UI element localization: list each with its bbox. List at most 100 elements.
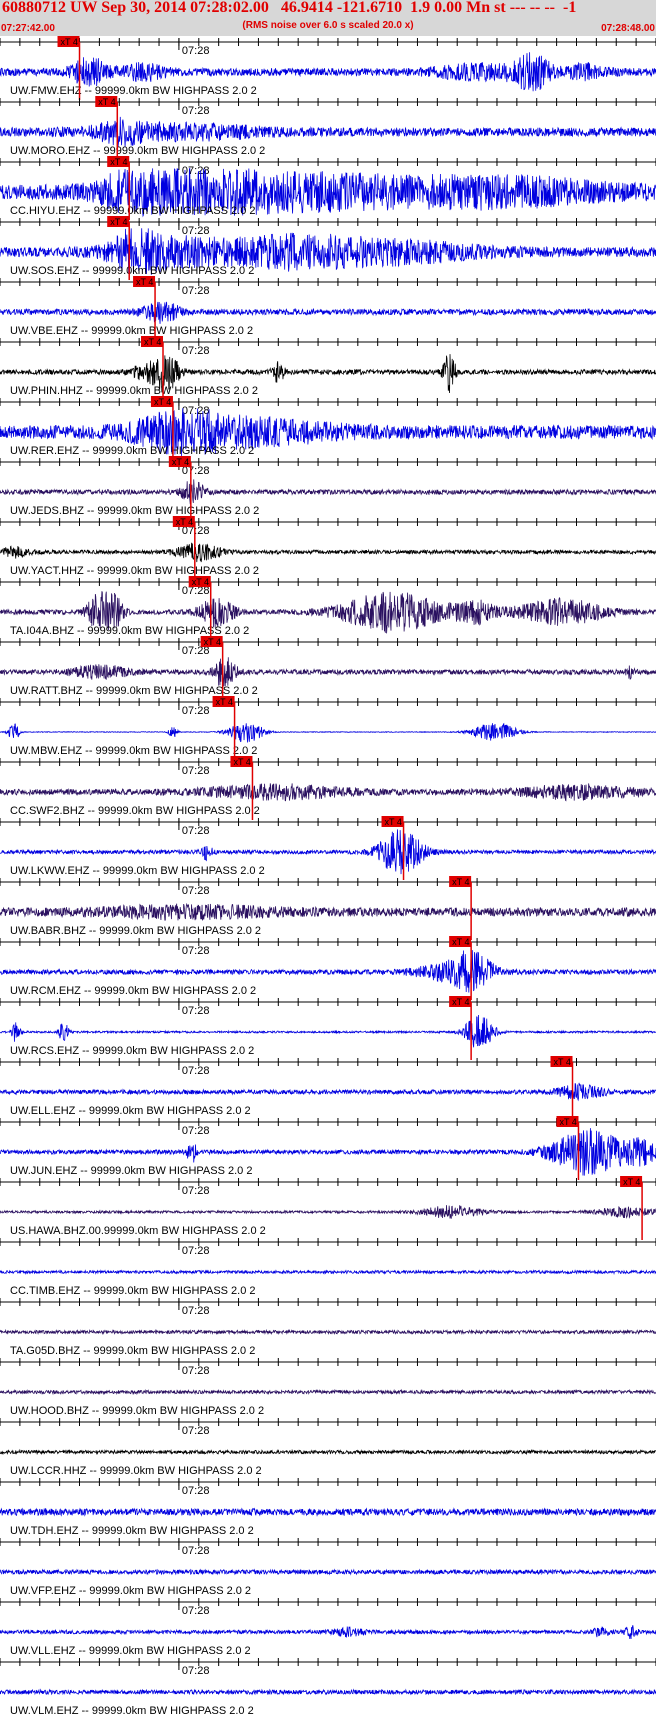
start-time-label: 07:27:42.00 <box>1 23 55 34</box>
waveform <box>0 1688 656 1696</box>
waveform <box>0 722 656 743</box>
trace-uw-babr-bhz: 07:28 UW.BABR.BHZ -- 99999.0km BW HIGHPAS… <box>0 876 656 940</box>
trace-cc-hiyu-ehz: 07:28CC.HIYU.EHZ -- 99999.0km BW HIGHPAS… <box>0 156 656 220</box>
minute-label: 07:28 <box>182 1305 210 1317</box>
trace-ta-g05d-bhz: 07:28 TA.G05D.BHZ -- 99999.0km BW HIGHPAS… <box>0 1298 656 1357</box>
station-label: TA.G05D.BHZ -- 99999.0km BW HIGHPASS 2.0… <box>10 1345 255 1357</box>
header-bar: 60880712 UW Sep 30, 2014 07:28:02.00 46.… <box>0 0 656 36</box>
trace-uw-rcs-ehz: 07:28 UW.RCS.EHZ -- 99999.0km BW HIGHPASS… <box>0 996 656 1060</box>
trace-uw-vfp-ehz: 07:28 UW.VFP.EHZ -- 99999.0km BW HIGHPASS… <box>0 1538 656 1597</box>
waveform <box>0 783 656 802</box>
station-label: UW.MBW.EHZ -- 99999.0km BW HIGHPASS 2.0 … <box>10 745 257 757</box>
minute-label: 07:28 <box>182 1545 210 1557</box>
pick-label: xT 4 <box>233 757 250 767</box>
station-label: CC.TIMB.EHZ -- 99999.0km BW HIGHPASS 2.0… <box>10 1285 256 1297</box>
station-label: UW.VBE.EHZ -- 99999.0km BW HIGHPASS 2.0 … <box>10 325 253 337</box>
station-label: CC.HIYU.EHZ -- 99999.0km BW HIGHPASS 2.0… <box>10 205 256 217</box>
minute-label: 07:28 <box>182 1605 210 1617</box>
station-label: UW.MORO.EHZ -- 99999.0km BW HIGHPASS 2.0… <box>10 145 265 157</box>
minute-label: 07:28 <box>182 1125 210 1137</box>
waveform <box>0 1568 656 1576</box>
trace-uw-mbw-ehz: 07:28 UW.MBW.EHZ -- 99999.0km BW HIGHPASS… <box>0 696 656 760</box>
trace-uw-lccr-hhz: 07:28 UW.LCCR.HHZ -- 99999.0km BW HIGHPAS… <box>0 1418 656 1477</box>
station-label: UW.RCS.EHZ -- 99999.0km BW HIGHPASS 2.0 … <box>10 1045 254 1057</box>
waveform <box>0 902 656 921</box>
minute-label: 07:28 <box>182 1665 210 1677</box>
minute-label: 07:28 <box>182 1005 210 1017</box>
station-label: UW.FMW.EHZ -- 99999.0km BW HIGHPASS 2.0 … <box>10 85 257 97</box>
waveform <box>0 1015 656 1048</box>
trace-cc-swf2-bhz: 07:28 CC.SWF2.BHZ -- 99999.0km BW HIGHPAS… <box>0 756 656 820</box>
pick-label: xT 4 <box>176 517 193 527</box>
minute-label: 07:28 <box>182 765 210 777</box>
minute-label: 07:28 <box>182 1485 210 1497</box>
station-label: UW.VFP.EHZ -- 99999.0km BW HIGHPASS 2.0 … <box>10 1585 251 1597</box>
waveform <box>0 1269 656 1275</box>
pick-label: xT 4 <box>110 217 127 227</box>
pick-label: xT 4 <box>216 697 233 707</box>
station-label: UW.JUN.EHZ -- 99999.0km BW HIGHPASS 2.0 … <box>10 1165 252 1177</box>
station-label: UW.JEDS.BHZ -- 99999.0km BW HIGHPASS 2.0… <box>10 505 259 517</box>
waveform <box>0 1205 656 1219</box>
waveform <box>0 1388 656 1396</box>
waveform <box>0 657 656 687</box>
trace-ta-i04a-bhz: 07:28TA.I04A.BHZ -- 99999.0km BW HIGHPAS… <box>0 576 656 640</box>
trace-uw-jun-ehz: 07:28 UW.JUN.EHZ -- 99999.0km BW HIGHPASS… <box>0 1116 656 1180</box>
station-label: UW.SOS.EHZ -- 99999.0km BW HIGHPASS 2.0 … <box>10 265 254 277</box>
station-label: US.HAWA.BHZ.00.99999.0km BW HIGHPASS 2.0… <box>10 1225 266 1237</box>
pick-label: xT 4 <box>136 277 153 287</box>
minute-label: 07:28 <box>182 345 210 357</box>
pick-label: xT 4 <box>172 457 189 467</box>
minute-label: 07:28 <box>182 825 210 837</box>
station-label: UW.RER.EHZ -- 99999.0km BW HIGHPASS 2.0 … <box>10 445 254 457</box>
station-label: UW.PHIN.HHZ -- 99999.0km BW HIGHPASS 2.0… <box>10 385 258 397</box>
waveform <box>0 1448 656 1456</box>
pick-label: xT 4 <box>623 1177 640 1187</box>
trace-uw-hood-bhz: 07:28 UW.HOOD.BHZ -- 99999.0km BW HIGHPAS… <box>0 1358 656 1417</box>
pick-label: xT 4 <box>385 817 402 827</box>
trace-uw-moro-ehz: 07:28 UW.MORO.EHZ -- 99999.0km BW HIGHPAS… <box>0 96 656 160</box>
pick-label: xT 4 <box>554 1057 571 1067</box>
trace-uw-ratt-bhz: 07:28UW.RATT.BHZ -- 99999.0km BW HIGHPAS… <box>0 636 656 700</box>
waveform <box>0 1082 656 1102</box>
minute-label: 07:28 <box>182 105 210 117</box>
trace-us-hawa-bhz-00-99999-0km: 07:28 US.HAWA.BHZ.00.99999.0km BW HIGHPAS… <box>0 1176 656 1240</box>
station-label: UW.ELL.EHZ -- 99999.0km BW HIGHPASS 2.0 … <box>10 1105 251 1117</box>
waveform <box>0 479 656 505</box>
trace-uw-jeds-bhz: 07:28UW.JEDS.BHZ -- 99999.0km BW HIGHPAS… <box>0 456 656 520</box>
station-label: UW.LCCR.HHZ -- 99999.0km BW HIGHPASS 2.0… <box>10 1465 262 1477</box>
minute-label: 07:28 <box>182 1185 210 1197</box>
pick-label: xT 4 <box>452 997 469 1007</box>
minute-label: 07:28 <box>182 45 210 57</box>
trace-uw-tdh-ehz: 07:28 UW.TDH.EHZ -- 99999.0km BW HIGHPASS… <box>0 1478 656 1537</box>
rms-subtitle: (RMS noise over 6.0 s scaled 20.0 x) <box>242 20 414 31</box>
pick-label: xT 4 <box>192 577 209 587</box>
station-label: UW.TDH.EHZ -- 99999.0km BW HIGHPASS 2.0 … <box>10 1525 254 1537</box>
station-label: UW.VLM.EHZ -- 99999.0km BW HIGHPASS 2.0 … <box>10 1705 254 1717</box>
waveform <box>0 116 656 147</box>
trace-uw-yact-hhz: 07:28UW.YACT.HHZ -- 99999.0km BW HIGHPAS… <box>0 516 656 580</box>
event-title: 60880712 UW Sep 30, 2014 07:28:02.00 46.… <box>2 0 577 16</box>
trace-uw-vbe-ehz: 07:28 UW.VBE.EHZ -- 99999.0km BW HIGHPASS… <box>0 276 656 340</box>
station-label: UW.VLL.EHZ -- 99999.0km BW HIGHPASS 2.0 … <box>10 1645 251 1657</box>
pick-label: xT 4 <box>559 1117 576 1127</box>
trace-uw-rer-ehz: 07:28 UW.RER.EHZ -- 99999.0km BW HIGHPASS… <box>0 396 656 460</box>
station-label: UW.RATT.BHZ -- 99999.0km BW HIGHPASS 2.0… <box>10 685 258 697</box>
seismogram-plot: 07:28 UW.FMW.EHZ -- 99999.0km BW HIGHPASS… <box>0 36 656 1717</box>
waveform <box>0 1328 656 1336</box>
trace-cc-timb-ehz: 07:28 CC.TIMB.EHZ -- 99999.0km BW HIGHPAS… <box>0 1238 656 1297</box>
minute-label: 07:28 <box>182 1245 210 1257</box>
waveform <box>0 542 656 563</box>
trace-uw-phin-hhz: 07:28 UW.PHIN.HHZ -- 99999.0km BW HIGHPAS… <box>0 336 656 400</box>
station-label: UW.HOOD.BHZ -- 99999.0km BW HIGHPASS 2.0… <box>10 1405 264 1417</box>
station-label: UW.YACT.HHZ -- 99999.0km BW HIGHPASS 2.0… <box>10 565 259 577</box>
waveform <box>0 1625 656 1639</box>
trace-uw-fmw-ehz: 07:28 UW.FMW.EHZ -- 99999.0km BW HIGHPASS… <box>0 36 656 100</box>
pick-label: xT 4 <box>98 97 115 107</box>
station-label: TA.I04A.BHZ -- 99999.0km BW HIGHPASS 2.0… <box>10 625 249 637</box>
trace-uw-sos-ehz: 07:28 UW.SOS.EHZ -- 99999.0km BW HIGHPASS… <box>0 216 656 280</box>
minute-label: 07:28 <box>182 285 210 297</box>
minute-label: 07:28 <box>182 705 210 717</box>
minute-label: 07:28 <box>182 1425 210 1437</box>
pick-label: xT 4 <box>154 397 171 407</box>
